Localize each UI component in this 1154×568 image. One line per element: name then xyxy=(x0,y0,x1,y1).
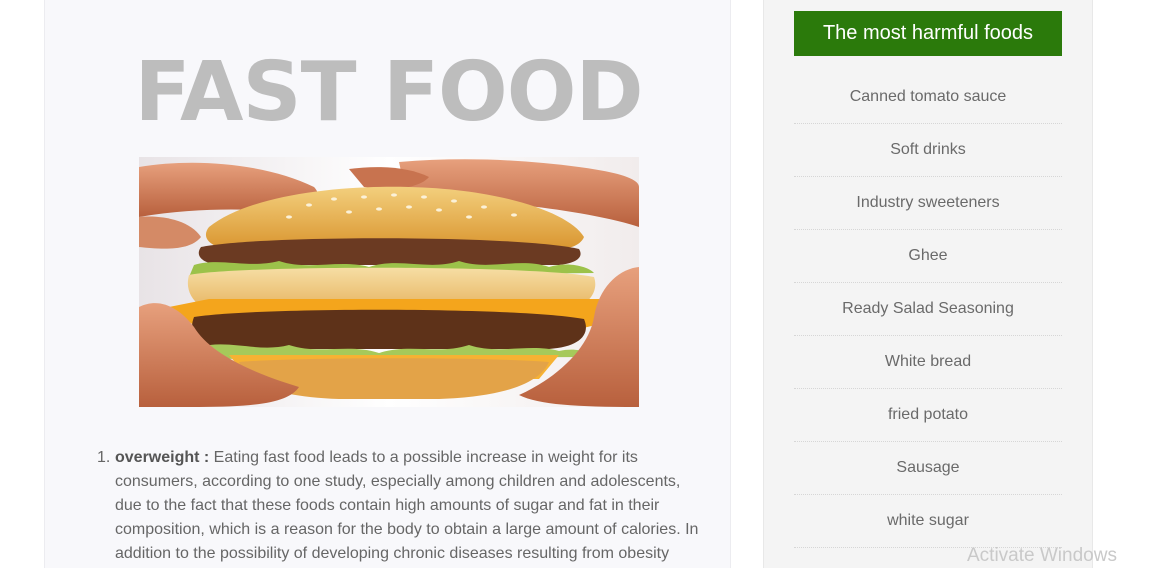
reason-term: overweight : xyxy=(115,449,210,466)
food-item-fried-potato[interactable]: fried potato xyxy=(794,389,1062,442)
burger-illustration xyxy=(139,157,639,407)
food-item-white-sugar[interactable]: white sugar xyxy=(794,495,1062,548)
food-item-ready-salad-seasoning[interactable]: Ready Salad Seasoning xyxy=(794,283,1062,336)
harmful-foods-list: Canned tomato sauce Soft drinks Industry… xyxy=(794,71,1062,548)
activate-windows-watermark: Activate Windows xyxy=(967,545,1117,566)
article-column: FAST FOOD 1. overweight: Eating fast fo… xyxy=(44,0,731,568)
sidebar: The most harmful foods Canned tomato sau… xyxy=(763,0,1093,568)
page-title: FAST FOOD xyxy=(134,45,643,140)
food-item-sausage[interactable]: Sausage xyxy=(794,442,1062,495)
reason-item: 1. overweight : Eating fast food leads to… xyxy=(97,446,707,566)
reasons-list: 1. overweight : Eating fast food leads to… xyxy=(97,446,707,566)
food-item-ghee[interactable]: Ghee xyxy=(794,230,1062,283)
food-item-soft-drinks[interactable]: Soft drinks xyxy=(794,124,1062,177)
burger-image xyxy=(139,157,639,407)
page: FAST FOOD 1. overweight: Eating fast fo… xyxy=(0,0,1154,568)
reason-number: 1. xyxy=(97,449,111,466)
food-item-canned-tomato-sauce[interactable]: Canned tomato sauce xyxy=(794,71,1062,124)
food-item-industry-sweeteners[interactable]: Industry sweeteners xyxy=(794,177,1062,230)
sidebar-heading: The most harmful foods xyxy=(794,11,1062,56)
food-item-white-bread[interactable]: White bread xyxy=(794,336,1062,389)
